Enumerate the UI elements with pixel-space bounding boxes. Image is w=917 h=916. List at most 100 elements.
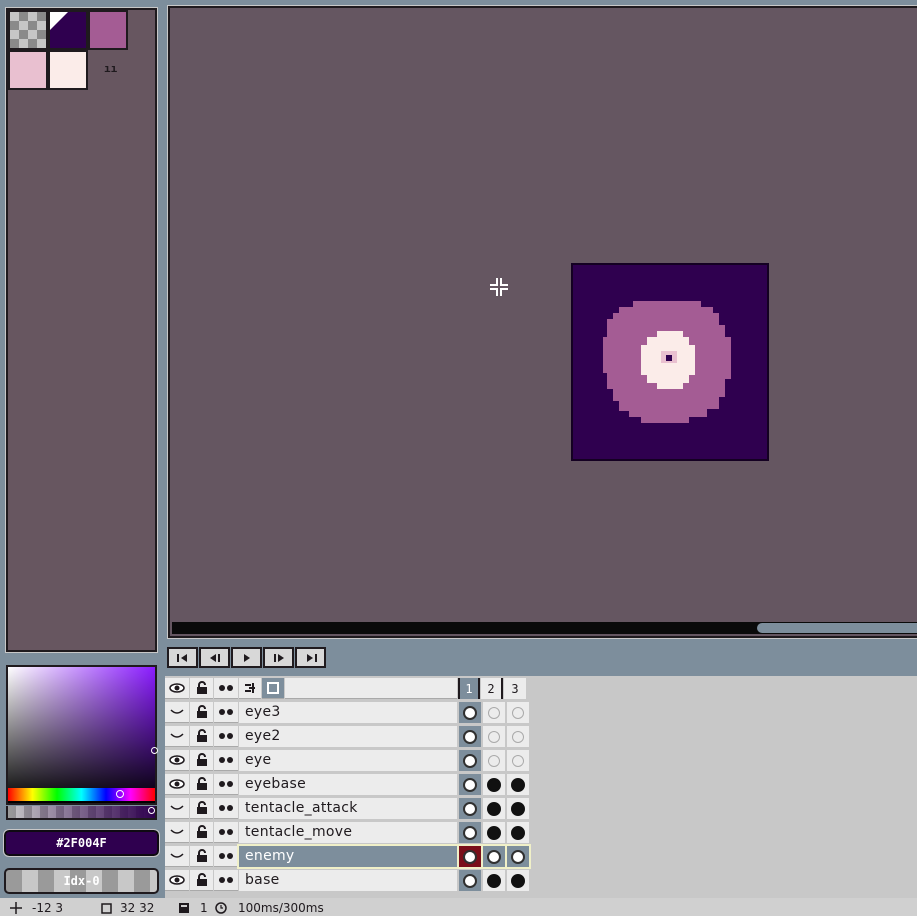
- layer-row[interactable]: tentacle_move: [165, 820, 535, 844]
- previous-frame-icon: [209, 653, 220, 662]
- lock-icon[interactable]: [190, 798, 213, 819]
- palette-swatch-3[interactable]: [8, 50, 48, 90]
- cel-frame-2[interactable]: [483, 822, 505, 843]
- layer-row[interactable]: eye3: [165, 700, 535, 724]
- layer-name[interactable]: tentacle_attack: [239, 798, 457, 819]
- cel-frame-3[interactable]: [507, 870, 529, 891]
- eye-icon[interactable]: [165, 750, 189, 771]
- lock-icon[interactable]: [190, 678, 213, 699]
- layer-name[interactable]: base: [239, 870, 457, 891]
- cel-frame-2[interactable]: [483, 750, 505, 771]
- eye-closed-icon[interactable]: [165, 846, 189, 867]
- cel-frame-1[interactable]: [457, 844, 483, 869]
- canvas-area[interactable]: [167, 5, 917, 639]
- layer-name[interactable]: tentacle_move: [239, 822, 457, 843]
- cel-frame-3[interactable]: [507, 798, 529, 819]
- sprite-size-icon: [101, 903, 112, 914]
- color-picker[interactable]: [6, 665, 158, 805]
- palette-swatch-1[interactable]: [48, 10, 88, 50]
- cel-frame-1[interactable]: [459, 870, 481, 891]
- continuous-icon[interactable]: [214, 678, 238, 699]
- layer-row[interactable]: eyebase: [165, 772, 535, 796]
- cel-frame-1[interactable]: [459, 702, 481, 723]
- alpha-handle[interactable]: [148, 807, 155, 814]
- eye-closed-icon[interactable]: [165, 726, 189, 747]
- frame-number-1[interactable]: 1: [458, 678, 480, 699]
- frame-number-3[interactable]: 3: [504, 678, 526, 699]
- cel-frame-2[interactable]: [483, 726, 505, 747]
- frame-number-2[interactable]: 2: [481, 678, 503, 699]
- sprite-canvas[interactable]: [571, 263, 769, 461]
- eye-icon[interactable]: [165, 678, 189, 699]
- lock-icon[interactable]: [190, 702, 213, 723]
- cel-frame-1[interactable]: [459, 726, 481, 747]
- previous-frame-button[interactable]: [199, 647, 230, 668]
- cel-frame-3[interactable]: [507, 822, 529, 843]
- cel-frame-1[interactable]: [459, 774, 481, 795]
- hue-slider[interactable]: [8, 788, 155, 801]
- cel-frame-3[interactable]: [507, 750, 529, 771]
- palette-swatch-2[interactable]: [88, 10, 128, 50]
- cel-frame-2[interactable]: [481, 844, 507, 869]
- eye-closed-icon[interactable]: [165, 822, 189, 843]
- layer-name[interactable]: eye2: [239, 726, 457, 747]
- layer-row[interactable]: eye: [165, 748, 535, 772]
- palette-swatch-4[interactable]: [48, 50, 88, 90]
- cel-frame-3[interactable]: [507, 774, 529, 795]
- layer-name[interactable]: eye3: [239, 702, 457, 723]
- palette-swatch-transparent[interactable]: [8, 10, 48, 50]
- continuous-icon[interactable]: [214, 726, 238, 747]
- cel-frame-2[interactable]: [483, 702, 505, 723]
- next-frame-button[interactable]: [263, 647, 294, 668]
- continuous-icon[interactable]: [214, 750, 238, 771]
- cel-frame-3[interactable]: [507, 702, 529, 723]
- horizontal-scrollbar-track[interactable]: [172, 622, 917, 634]
- eye-icon[interactable]: [165, 870, 189, 891]
- header-spacer: [285, 678, 457, 699]
- continuous-icon[interactable]: [214, 798, 238, 819]
- cel-frame-3[interactable]: [505, 844, 531, 869]
- layer-row[interactable]: eye2: [165, 724, 535, 748]
- saturation-handle[interactable]: [151, 747, 158, 754]
- layer-name[interactable]: enemy: [237, 844, 459, 869]
- hex-color-field[interactable]: #2F004F: [3, 829, 160, 857]
- cel-frame-2[interactable]: [483, 774, 505, 795]
- first-frame-button[interactable]: [167, 647, 198, 668]
- eye-closed-icon[interactable]: [165, 702, 189, 723]
- frame-tag-button[interactable]: Idx-0: [4, 868, 159, 894]
- continuous-icon[interactable]: [214, 870, 238, 891]
- cel-frame-1[interactable]: [459, 798, 481, 819]
- palette-options-icon[interactable]: ıı: [104, 62, 117, 75]
- hue-handle[interactable]: [116, 790, 124, 798]
- continuous-icon[interactable]: [214, 774, 238, 795]
- eye-closed-icon[interactable]: [165, 798, 189, 819]
- alpha-slider[interactable]: [6, 806, 157, 820]
- link-icon[interactable]: [239, 678, 261, 699]
- cel-frame-3[interactable]: [507, 726, 529, 747]
- frame-number-2-label: 2: [487, 681, 495, 696]
- lock-icon[interactable]: [190, 870, 213, 891]
- layer-name[interactable]: eye: [239, 750, 457, 771]
- lock-icon[interactable]: [190, 822, 213, 843]
- horizontal-scrollbar-thumb[interactable]: [757, 623, 917, 633]
- square-icon[interactable]: [262, 678, 284, 699]
- layer-row[interactable]: base: [165, 868, 535, 892]
- cel-frame-2[interactable]: [483, 870, 505, 891]
- layer-name[interactable]: eyebase: [239, 774, 457, 795]
- cel-icon: [463, 801, 477, 816]
- lock-icon[interactable]: [190, 774, 213, 795]
- play-button[interactable]: [231, 647, 262, 668]
- last-frame-button[interactable]: [295, 647, 326, 668]
- layer-row[interactable]: tentacle_attack: [165, 796, 535, 820]
- cel-frame-2[interactable]: [483, 798, 505, 819]
- lock-icon[interactable]: [190, 750, 213, 771]
- continuous-icon[interactable]: [214, 702, 238, 723]
- eye-icon[interactable]: [165, 774, 189, 795]
- continuous-icon[interactable]: [214, 822, 238, 843]
- cel-frame-1[interactable]: [459, 822, 481, 843]
- cel-frame-1[interactable]: [459, 750, 481, 771]
- lock-icon[interactable]: [190, 726, 213, 747]
- lock-icon[interactable]: [190, 846, 213, 867]
- continuous-icon[interactable]: [214, 846, 238, 867]
- layer-row[interactable]: enemy: [165, 844, 535, 869]
